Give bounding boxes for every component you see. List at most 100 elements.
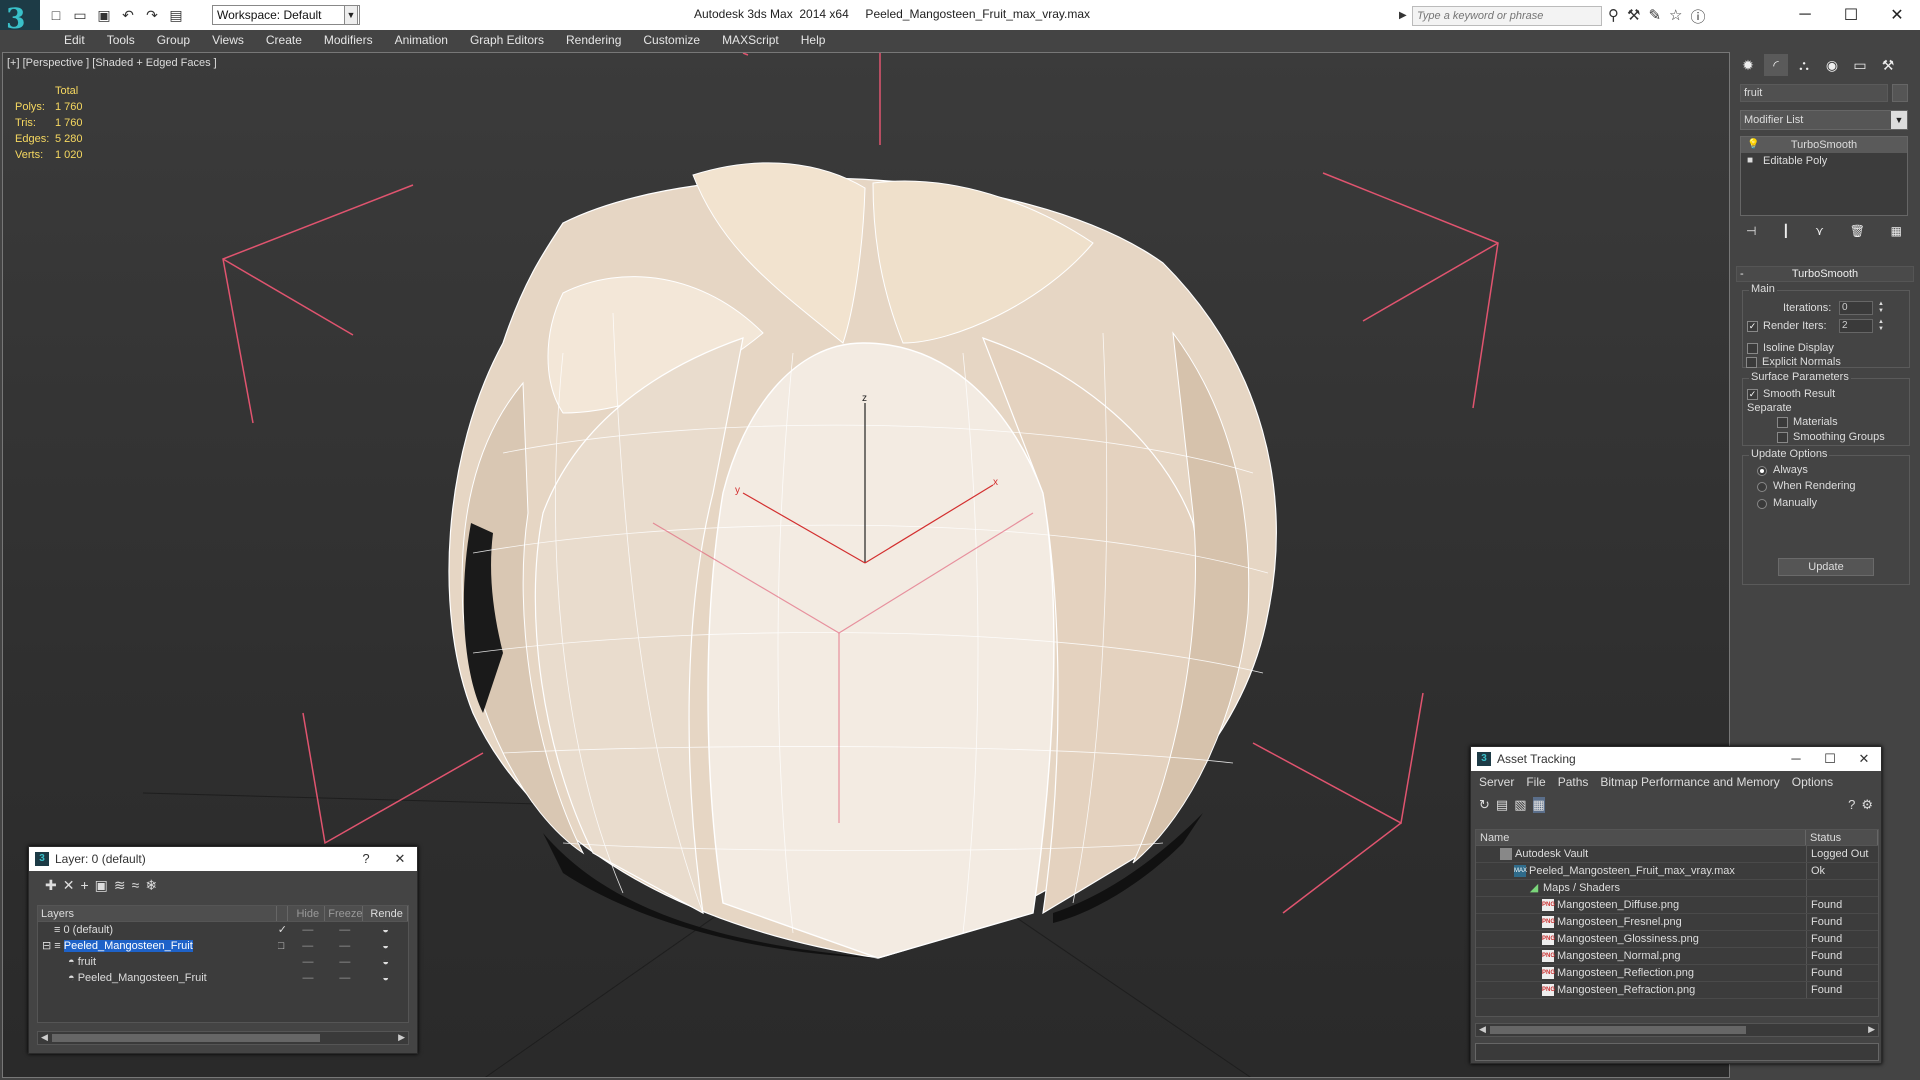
object-name[interactable]: fruit bbox=[78, 956, 96, 968]
menu-views[interactable]: Views bbox=[202, 32, 256, 48]
scroll-left-icon[interactable]: ◀ bbox=[1479, 1024, 1486, 1035]
layer-row[interactable]: ≡ 0 (default) ✓ — — ◒ bbox=[38, 922, 408, 938]
column-header-render[interactable]: Rende bbox=[363, 906, 408, 921]
delete-layer-icon[interactable]: ✕ bbox=[63, 877, 75, 894]
asset-path-field[interactable] bbox=[1475, 1043, 1879, 1061]
turbosmooth-rollout-header[interactable]: - TurboSmooth bbox=[1736, 266, 1914, 282]
object-name-field[interactable] bbox=[1740, 84, 1888, 102]
make-unique-icon[interactable]: ⋎ bbox=[1815, 224, 1824, 238]
hide-toggle[interactable]: — bbox=[289, 970, 326, 986]
hide-toggle[interactable]: — bbox=[289, 954, 326, 970]
menu-create[interactable]: Create bbox=[256, 32, 314, 48]
modifier-list-dropdown[interactable]: Modifier List ▼ bbox=[1740, 110, 1908, 130]
column-header-name[interactable]: Name bbox=[1476, 830, 1806, 845]
layer-window-titlebar[interactable]: 3 Layer: 0 (default) ? ✕ bbox=[29, 847, 417, 871]
save-file-icon[interactable]: ▣ bbox=[94, 5, 114, 25]
menu-edit[interactable]: Edit bbox=[54, 32, 97, 48]
menu-group[interactable]: Group bbox=[147, 32, 202, 48]
qat-customize-button[interactable]: ▼ bbox=[344, 5, 358, 25]
scroll-left-icon[interactable]: ◀ bbox=[41, 1032, 48, 1043]
viewport-label[interactable]: [+] [Perspective ] [Shaded + Edged Faces… bbox=[7, 57, 217, 69]
utilities-tab-icon[interactable]: ⚒ bbox=[1876, 54, 1900, 76]
asset-row[interactable]: PNG Mangosteen_Fresnel.png Found bbox=[1476, 914, 1878, 931]
horizontal-scrollbar[interactable]: ◀ ▶ bbox=[37, 1031, 409, 1045]
iterations-spinner[interactable]: 0 bbox=[1839, 301, 1873, 315]
undo-icon[interactable]: ↶ bbox=[118, 5, 138, 25]
isoline-display-checkbox[interactable] bbox=[1747, 343, 1758, 354]
when-rendering-radio[interactable] bbox=[1757, 482, 1767, 492]
project-folder-icon[interactable]: ▤ bbox=[166, 5, 186, 25]
render-teapot-icon[interactable]: ◒ bbox=[363, 954, 408, 970]
object-color-swatch[interactable] bbox=[1892, 84, 1908, 102]
smoothing-groups-checkbox[interactable] bbox=[1777, 432, 1788, 443]
freeze-all-icon[interactable]: ❄ bbox=[145, 877, 157, 894]
help-icon[interactable]: ? bbox=[1848, 797, 1855, 813]
scroll-right-icon[interactable]: ▶ bbox=[1868, 1024, 1875, 1035]
remove-modifier-icon[interactable]: 🗑 bbox=[1850, 224, 1865, 238]
asset-row[interactable]: PNG Mangosteen_Glossiness.png Found bbox=[1476, 931, 1878, 948]
menu-file[interactable]: File bbox=[1526, 771, 1545, 793]
menu-modifiers[interactable]: Modifiers bbox=[314, 32, 385, 48]
freeze-toggle[interactable]: — bbox=[326, 970, 363, 986]
show-end-result-icon[interactable]: ┃ bbox=[1782, 224, 1789, 238]
layer-row[interactable]: ◓ Peeled_Mangosteen_Fruit — — ◒ bbox=[38, 970, 408, 986]
modify-tab-icon[interactable]: ◜ bbox=[1764, 54, 1788, 76]
object-name[interactable]: Peeled_Mangosteen_Fruit bbox=[78, 972, 207, 984]
scrollbar-thumb[interactable] bbox=[1490, 1026, 1746, 1034]
expand-arrow-icon[interactable]: ▶ bbox=[1399, 10, 1407, 21]
menu-help[interactable]: Help bbox=[791, 32, 838, 48]
maximize-button[interactable]: ☐ bbox=[1813, 747, 1847, 771]
freeze-toggle[interactable]: — bbox=[326, 922, 363, 938]
hide-toggle[interactable]: — bbox=[289, 922, 326, 938]
column-header-status[interactable]: Status bbox=[1806, 830, 1878, 845]
redo-icon[interactable]: ↷ bbox=[142, 5, 162, 25]
display-tab-icon[interactable]: ▭ bbox=[1848, 54, 1872, 76]
menu-tools[interactable]: Tools bbox=[97, 32, 147, 48]
render-teapot-icon[interactable]: ◒ bbox=[363, 922, 408, 938]
layer-name[interactable]: Peeled_Mangosteen_Fruit bbox=[63, 940, 193, 952]
render-teapot-icon[interactable]: ◒ bbox=[363, 938, 408, 954]
asset-row[interactable]: PNG Mangosteen_Refraction.png Found bbox=[1476, 982, 1878, 999]
asset-row[interactable]: ◢ Maps / Shaders bbox=[1476, 880, 1878, 897]
menu-customize[interactable]: Customize bbox=[633, 32, 712, 48]
manually-radio[interactable] bbox=[1757, 499, 1767, 509]
stack-item-turbosmooth[interactable]: 💡 TurboSmooth bbox=[1741, 137, 1907, 153]
menu-maxscript[interactable]: MAXScript bbox=[712, 32, 791, 48]
open-file-icon[interactable]: ▭ bbox=[70, 5, 90, 25]
layer-row[interactable]: ⊟ ≡ Peeled_Mangosteen_Fruit □ — — ◒ bbox=[38, 938, 408, 954]
current-layer-check-icon[interactable]: ✓ bbox=[278, 922, 290, 938]
motion-tab-icon[interactable]: ◉ bbox=[1820, 54, 1844, 76]
asset-window-titlebar[interactable]: 3 Asset Tracking ─ ☐ ✕ bbox=[1471, 747, 1881, 771]
render-iters-checkbox[interactable]: ✓ bbox=[1747, 321, 1758, 332]
spinner-arrows-icon[interactable]: ▲ ▼ bbox=[1877, 301, 1885, 315]
help-button[interactable]: ? bbox=[349, 847, 383, 871]
asset-row[interactable]: MAX Peeled_Mangosteen_Fruit_max_vray.max … bbox=[1476, 863, 1878, 880]
spinner-arrows-icon[interactable]: ▲ ▼ bbox=[1877, 319, 1885, 333]
horizontal-scrollbar[interactable]: ◀ ▶ bbox=[1475, 1023, 1879, 1037]
refresh-icon[interactable]: ↻ bbox=[1479, 797, 1490, 813]
asset-row[interactable]: PNG Mangosteen_Reflection.png Found bbox=[1476, 965, 1878, 982]
explicit-normals-checkbox[interactable] bbox=[1746, 357, 1757, 368]
layer-row[interactable]: ◓ fruit — — ◒ bbox=[38, 954, 408, 970]
help-icon[interactable]: ⓘ bbox=[1690, 6, 1705, 27]
render-teapot-icon[interactable]: ◒ bbox=[363, 970, 408, 986]
add-to-layer-icon[interactable]: + bbox=[80, 877, 88, 893]
asset-row[interactable]: PNG Mangosteen_Diffuse.png Found bbox=[1476, 897, 1878, 914]
close-button[interactable]: ✕ bbox=[1847, 747, 1881, 771]
scrollbar-thumb[interactable] bbox=[52, 1034, 320, 1042]
table-view-icon[interactable]: ▦ bbox=[1532, 797, 1545, 813]
close-button[interactable]: ✕ bbox=[1874, 0, 1920, 30]
smooth-result-checkbox[interactable]: ✓ bbox=[1747, 389, 1758, 400]
current-layer-box-icon[interactable]: □ bbox=[278, 938, 290, 954]
maximize-button[interactable]: ☐ bbox=[1828, 0, 1874, 30]
minimize-button[interactable]: ─ bbox=[1782, 0, 1828, 30]
create-tab-icon[interactable]: ✹ bbox=[1736, 54, 1760, 76]
binoculars-icon[interactable]: ⚲ bbox=[1608, 6, 1619, 27]
update-button[interactable]: Update bbox=[1778, 558, 1874, 576]
stack-item-editable-poly[interactable]: ■ Editable Poly bbox=[1741, 153, 1907, 169]
freeze-toggle[interactable]: — bbox=[326, 938, 363, 954]
configure-sets-icon[interactable]: ▦ bbox=[1891, 224, 1902, 238]
scroll-right-icon[interactable]: ▶ bbox=[398, 1032, 405, 1043]
communication-icon[interactable]: ✎ bbox=[1648, 6, 1661, 27]
hide-toggle[interactable]: — bbox=[289, 938, 326, 954]
